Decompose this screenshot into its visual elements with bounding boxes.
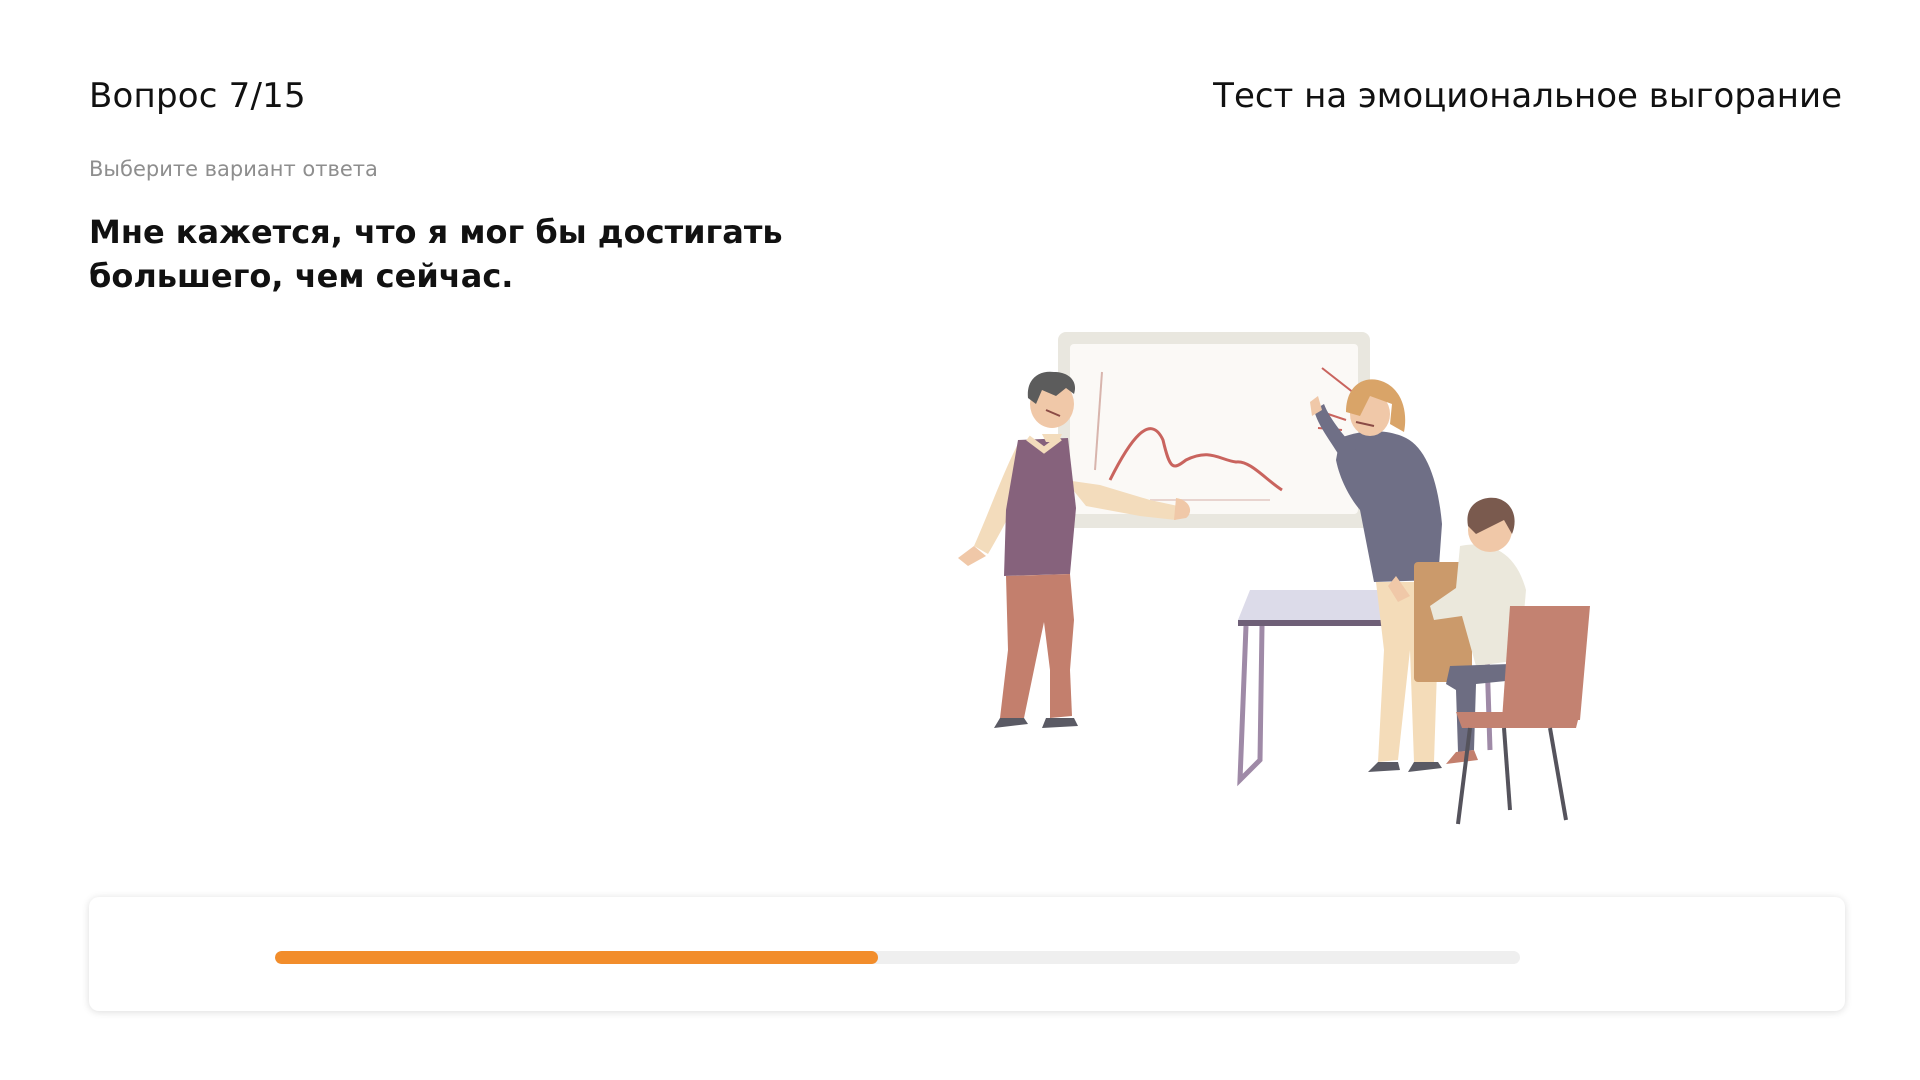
answer-panel xyxy=(89,897,1845,1011)
progress-bar xyxy=(275,951,1520,964)
office-argument-illustration xyxy=(958,332,1590,825)
question-counter: Вопрос 7/15 xyxy=(89,76,306,116)
question-text: Мне кажется, что я мог бы достигать боль… xyxy=(89,213,783,295)
progress-fill xyxy=(275,951,878,964)
test-title: Тест на эмоциональное выгорание xyxy=(1213,76,1842,116)
answer-instruction: Выберите вариант ответа xyxy=(89,157,378,181)
